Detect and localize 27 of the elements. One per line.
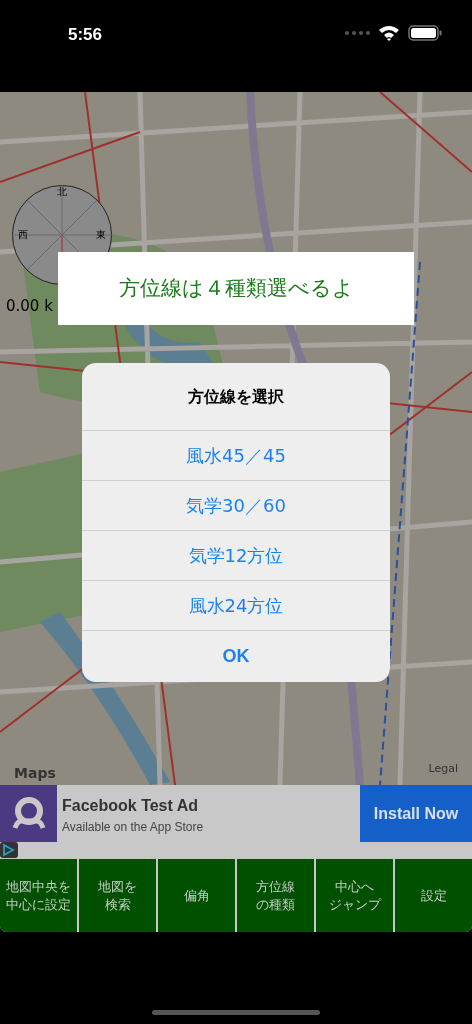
compass-label: 西	[18, 230, 28, 240]
ad-title: Facebook Test Ad	[62, 796, 200, 816]
compass-label: 東	[96, 230, 106, 240]
toolbar-button[interactable]: 方位線 の種類	[237, 859, 314, 932]
distance-label: 0.00 k	[6, 296, 53, 317]
maps-attribution: Maps	[14, 764, 56, 783]
toolbar-button[interactable]: 偏角	[158, 859, 235, 932]
ok-button[interactable]: OK	[82, 631, 390, 682]
dialog-option[interactable]: 風水24方位	[82, 581, 390, 631]
legal-link[interactable]: Legal	[428, 761, 458, 778]
battery-icon	[408, 25, 442, 41]
install-button[interactable]: Install Now	[360, 785, 472, 842]
ad-subtitle: Available on the App Store	[62, 819, 205, 836]
wifi-icon	[378, 25, 400, 41]
toolbar-button[interactable]: 地図を 検索	[79, 859, 156, 932]
toolbar-button[interactable]: 地図中央を 中心に設定	[0, 859, 77, 932]
dialog-option[interactable]: 気学30／60	[82, 481, 390, 531]
toolbar-button[interactable]: 中心へ ジャンプ	[316, 859, 393, 932]
signal-icon	[344, 30, 370, 36]
toolbar-button[interactable]: 設定	[395, 859, 472, 932]
compass-label: 北	[57, 187, 67, 197]
dialog-option[interactable]: 気学12方位	[82, 531, 390, 581]
hint-text: 方位線は４種類選べるよ	[118, 274, 354, 302]
dialog-title: 方位線を選択	[188, 385, 284, 408]
status-time: 5:56	[68, 24, 103, 46]
ad-choices-icon	[0, 842, 18, 858]
dialog-option[interactable]: 風水45／45	[82, 431, 390, 481]
